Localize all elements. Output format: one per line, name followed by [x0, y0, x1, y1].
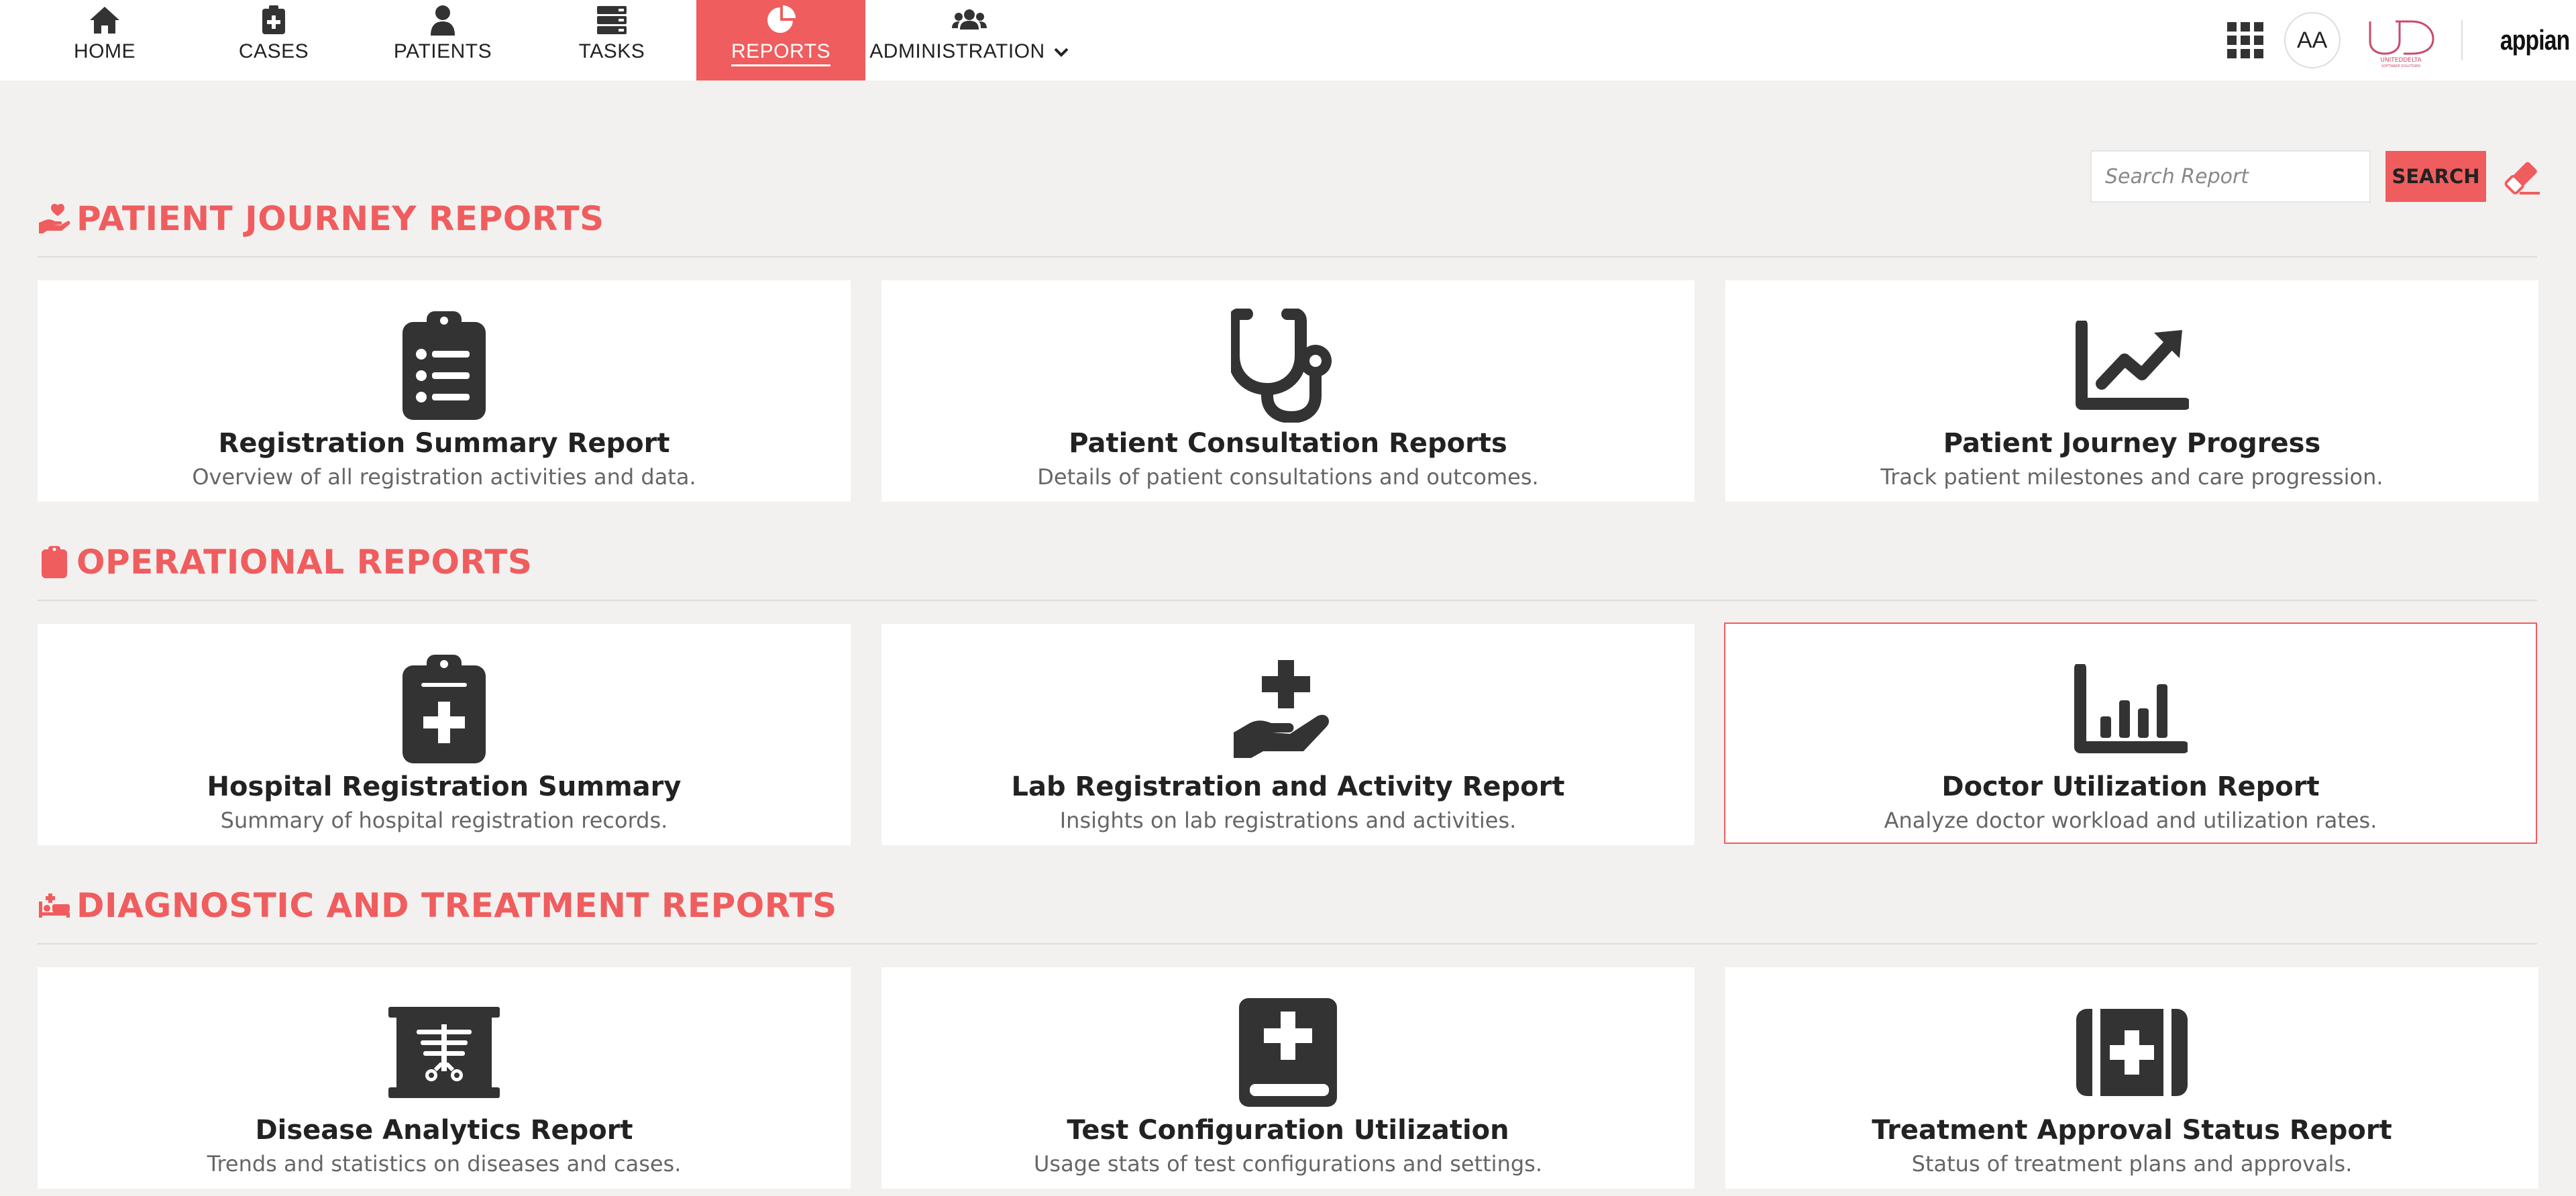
- appian-logo: appian: [2500, 24, 2570, 56]
- nav-label: REPORTS: [731, 40, 830, 66]
- card-description: Track patient milestones and care progre…: [1880, 464, 2383, 490]
- section-divider: [38, 600, 2537, 601]
- card-description: Usage stats of test configurations and s…: [1034, 1151, 1542, 1177]
- patients-icon: [425, 3, 460, 38]
- x-ray-icon: [384, 995, 504, 1109]
- section-divider: [38, 256, 2537, 258]
- card-description: Summary of hospital registration records…: [220, 808, 668, 833]
- clipboard-medical-icon: [384, 652, 504, 766]
- hand-holding-medical-icon: [1228, 652, 1348, 766]
- book-medical-icon: [1228, 995, 1348, 1109]
- eraser-icon[interactable]: [2501, 157, 2541, 197]
- section-divider: [38, 943, 2537, 944]
- nav-administration[interactable]: ADMINISTRATION: [865, 0, 1073, 80]
- nav-cases[interactable]: CASES: [189, 0, 358, 80]
- card-description: Analyze doctor workload and utilization …: [1884, 808, 2377, 833]
- chart-bar-icon: [2070, 652, 2191, 766]
- card-title: Patient Consultation Reports: [1069, 428, 1507, 459]
- hand-holding-heart-icon: [38, 202, 71, 235]
- header-divider: [2461, 20, 2463, 60]
- card-title: Test Configuration Utilization: [1067, 1115, 1509, 1146]
- card-title: Lab Registration and Activity Report: [1011, 771, 1565, 802]
- nav-tasks[interactable]: TASKS: [527, 0, 696, 80]
- report-card-patient-journey-progress[interactable]: Patient Journey Progress Track patient m…: [1725, 280, 2538, 502]
- reports-icon: [763, 3, 798, 38]
- top-navigation-bar: HOME CASES PATIENTS TASKS REPORTS ADMINI…: [0, 0, 2576, 80]
- section-title: DIAGNOSTIC AND TREATMENT REPORTS: [76, 886, 837, 925]
- report-card-doctor-utilization[interactable]: Doctor Utilization Report Analyze doctor…: [1724, 622, 2537, 844]
- first-aid-kit-icon: [2072, 995, 2192, 1109]
- main-nav: HOME CASES PATIENTS TASKS REPORTS ADMINI…: [20, 0, 1073, 80]
- section-header-patient-journey: PATIENT JOURNEY REPORTS: [38, 199, 604, 239]
- procedures-icon: [38, 889, 71, 922]
- chevron-down-icon: [1053, 40, 1069, 63]
- card-title: Treatment Approval Status Report: [1872, 1115, 2392, 1146]
- administration-icon: [952, 3, 987, 38]
- card-description: Overview of all registration activities …: [192, 464, 696, 490]
- report-card-patient-consultation[interactable]: Patient Consultation Reports Details of …: [881, 280, 1695, 502]
- user-avatar[interactable]: AA: [2284, 12, 2341, 68]
- nav-label: CASES: [238, 40, 309, 62]
- card-title: Disease Analytics Report: [255, 1115, 633, 1146]
- top-right-area: AA UNITEDDELTA SOFTWARE SOLUTIONS appian: [2226, 0, 2576, 80]
- search-button[interactable]: SEARCH: [2385, 151, 2486, 202]
- card-title: Doctor Utilization Report: [1941, 771, 2320, 802]
- report-card-test-configuration[interactable]: Test Configuration Utilization Usage sta…: [881, 967, 1695, 1189]
- nav-label: ADMINISTRATION: [869, 40, 1069, 63]
- nav-home[interactable]: HOME: [20, 0, 189, 80]
- stethoscope-icon: [1228, 309, 1348, 423]
- report-card-treatment-approval[interactable]: Treatment Approval Status Report Status …: [1725, 967, 2538, 1189]
- cases-icon: [256, 3, 291, 38]
- svg-text:UNITEDDELTA: UNITEDDELTA: [2380, 57, 2422, 64]
- app-grid-icon[interactable]: [2226, 21, 2264, 59]
- section-header-diagnostic-treatment: DIAGNOSTIC AND TREATMENT REPORTS: [38, 885, 837, 926]
- card-title: Registration Summary Report: [218, 428, 670, 459]
- card-description: Details of patient consultations and out…: [1037, 464, 1539, 490]
- section-title: OPERATIONAL REPORTS: [76, 543, 533, 582]
- card-description: Insights on lab registrations and activi…: [1059, 808, 1517, 833]
- card-title: Patient Journey Progress: [1943, 428, 2321, 459]
- report-card-hospital-registration[interactable]: Hospital Registration Summary Summary of…: [38, 624, 851, 845]
- report-card-registration-summary[interactable]: Registration Summary Report Overview of …: [38, 280, 851, 502]
- home-icon: [87, 3, 122, 38]
- search-report-input[interactable]: [2090, 150, 2371, 203]
- card-description: Status of treatment plans and approvals.: [1911, 1151, 2353, 1177]
- uniteddelta-logo: UNITEDDELTA SOFTWARE SOLUTIONS: [2361, 12, 2441, 68]
- report-card-disease-analytics[interactable]: Disease Analytics Report Trends and stat…: [38, 967, 851, 1189]
- nav-label: TASKS: [578, 40, 645, 62]
- nav-patients[interactable]: PATIENTS: [358, 0, 527, 80]
- nav-label: PATIENTS: [393, 40, 492, 62]
- administration-label: ADMINISTRATION: [869, 40, 1045, 62]
- nav-reports[interactable]: REPORTS: [696, 0, 865, 80]
- svg-text:SOFTWARE SOLUTIONS: SOFTWARE SOLUTIONS: [2381, 64, 2420, 68]
- section-title: PATIENT JOURNEY REPORTS: [76, 199, 604, 238]
- clipboard-icon: [38, 545, 71, 579]
- chart-line-icon: [2072, 309, 2192, 423]
- card-description: Trends and statistics on diseases and ca…: [207, 1151, 682, 1177]
- clipboard-list-icon: [384, 309, 504, 423]
- report-card-lab-registration[interactable]: Lab Registration and Activity Report Ins…: [881, 624, 1695, 845]
- tasks-icon: [594, 3, 629, 38]
- section-header-operational: OPERATIONAL REPORTS: [38, 542, 532, 582]
- nav-label: HOME: [74, 40, 136, 62]
- card-title: Hospital Registration Summary: [207, 771, 682, 802]
